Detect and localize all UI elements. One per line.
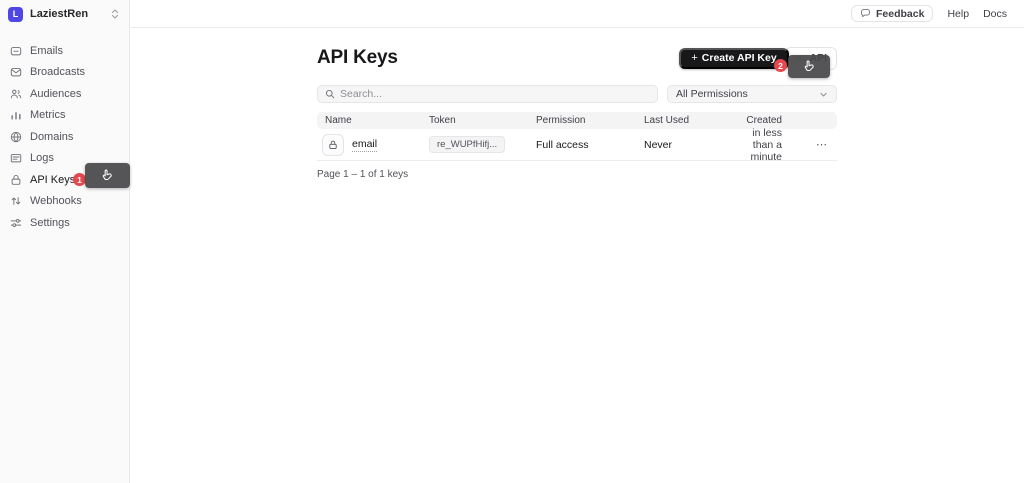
workspace-name: LaziestRen [30, 8, 111, 20]
column-header-permission: Permission [536, 115, 644, 126]
filters-row: All Permissions [317, 85, 837, 103]
create-api-key-button[interactable]: + Create API Key [679, 48, 788, 69]
api-keys-table: Name Token Permission Last Used Created … [317, 112, 837, 161]
plus-icon: + [691, 52, 697, 64]
sidebar-item-domains[interactable]: Domains [0, 126, 129, 148]
feedback-label: Feedback [876, 8, 924, 20]
sidebar-item-webhooks[interactable]: Webhooks [0, 191, 129, 213]
sidebar-item-label: Webhooks [30, 195, 82, 207]
topbar: Feedback Help Docs [130, 0, 1024, 28]
globe-icon [10, 131, 22, 143]
key-created: in less than a minute [730, 127, 807, 163]
page-header: API Keys + Create API Key </> API [317, 46, 837, 70]
sidebar-item-label: Audiences [30, 88, 81, 100]
search-input[interactable] [340, 88, 650, 100]
token-chip[interactable]: re_WUPfHifj... [429, 136, 505, 153]
pagination-status: Page 1 – 1 of 1 keys [317, 169, 837, 180]
key-lock-chip [322, 134, 344, 156]
permissions-filter-select[interactable]: All Permissions [667, 85, 837, 103]
sidebar-nav: Emails Broadcasts Audiences Metrics [0, 40, 129, 234]
arrows-up-down-icon [10, 195, 22, 207]
help-link[interactable]: Help [947, 8, 969, 20]
sidebar-item-settings[interactable]: Settings [0, 212, 129, 234]
envelope-icon [10, 45, 22, 57]
broadcast-icon [10, 66, 22, 78]
sidebar: L LaziestRen Emails Broadcasts [0, 0, 130, 483]
chevron-down-icon [819, 90, 828, 99]
key-name[interactable]: email [352, 138, 377, 152]
permissions-filter-value: All Permissions [676, 88, 748, 100]
sidebar-item-metrics[interactable]: Metrics [0, 105, 129, 127]
sidebar-item-label: Logs [30, 152, 54, 164]
workspace-logo: L [8, 7, 23, 22]
row-menu-button[interactable]: ⋯ [816, 139, 828, 151]
unfold-chevrons-icon [111, 9, 119, 19]
chat-bubble-icon [860, 8, 871, 19]
search-icon [325, 89, 335, 99]
search-box [317, 85, 658, 103]
workspace-switcher[interactable]: L LaziestRen [0, 0, 129, 28]
table-row: email re_WUPfHifj... Full access Never i… [317, 129, 837, 161]
column-header-last-used: Last Used [644, 115, 730, 126]
lock-icon [10, 174, 22, 186]
page-title: API Keys [317, 47, 398, 69]
sidebar-item-audiences[interactable]: Audiences [0, 83, 129, 105]
people-icon [10, 88, 22, 100]
sidebar-item-label: Broadcasts [30, 66, 85, 78]
bar-chart-icon [10, 109, 22, 121]
create-api-key-label: Create API Key [702, 52, 777, 64]
column-header-created: Created [730, 115, 807, 126]
sidebar-item-label: Emails [30, 45, 63, 57]
annotation-badge-2: 2 [774, 59, 787, 72]
docs-link[interactable]: Docs [983, 8, 1007, 20]
sliders-icon [10, 217, 22, 229]
hand-cursor-icon [802, 59, 817, 74]
app-root: L LaziestRen Emails Broadcasts [0, 0, 1024, 483]
sidebar-item-label: Domains [30, 131, 73, 143]
column-header-name: Name [317, 115, 429, 126]
cursor-overlay-create-button [788, 55, 830, 78]
column-header-token: Token [429, 115, 536, 126]
cursor-overlay-sidebar [85, 163, 130, 188]
sidebar-item-label: API Keys [30, 174, 75, 186]
hand-cursor-icon [100, 168, 115, 183]
key-last-used: Never [644, 139, 730, 151]
sidebar-item-broadcasts[interactable]: Broadcasts [0, 62, 129, 84]
key-permission: Full access [536, 139, 644, 151]
sidebar-item-label: Metrics [30, 109, 65, 121]
feedback-button[interactable]: Feedback [851, 5, 933, 22]
sidebar-item-emails[interactable]: Emails [0, 40, 129, 62]
sidebar-item-label: Settings [30, 217, 70, 229]
logs-icon [10, 152, 22, 164]
main-content: API Keys + Create API Key </> API [130, 28, 1024, 483]
